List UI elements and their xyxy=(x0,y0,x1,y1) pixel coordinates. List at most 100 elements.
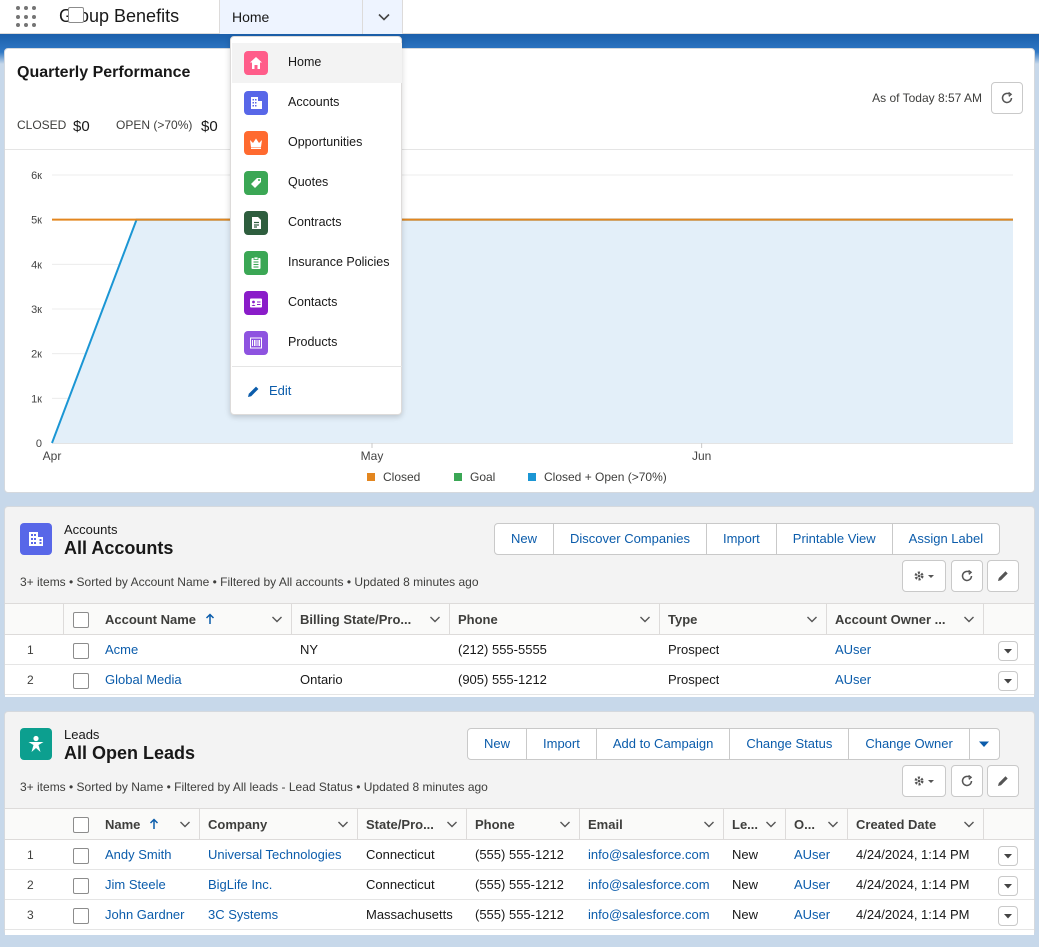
chevron-down-icon xyxy=(1004,914,1012,919)
menu-item-insurance-policies[interactable]: Insurance Policies xyxy=(232,243,402,283)
inline-edit-button[interactable] xyxy=(987,765,1019,797)
owner-link[interactable]: AUser xyxy=(794,900,830,930)
row-actions-button[interactable] xyxy=(998,671,1018,691)
chevron-down-icon[interactable] xyxy=(703,809,715,840)
assign-label-button[interactable]: Assign Label xyxy=(891,524,999,554)
company-link[interactable]: 3C Systems xyxy=(208,900,278,930)
row-checkbox[interactable] xyxy=(73,643,89,659)
email-link[interactable]: info@salesforce.com xyxy=(588,900,710,930)
nav-menu-toggle[interactable] xyxy=(362,0,404,34)
chevron-down-icon[interactable] xyxy=(429,604,441,635)
add-to-campaign-button[interactable]: Add to Campaign xyxy=(595,729,729,759)
import-button[interactable]: Import xyxy=(526,729,596,759)
column-phone[interactable]: Phone xyxy=(467,809,580,840)
chevron-down-icon[interactable] xyxy=(827,809,839,840)
account-name-link[interactable]: Global Media xyxy=(105,665,182,695)
owner-link[interactable]: AUser xyxy=(794,870,830,900)
import-button[interactable]: Import xyxy=(705,524,776,554)
menu-item-label: Home xyxy=(288,55,322,69)
select-all-cell xyxy=(5,7,84,635)
owner-link[interactable]: AUser xyxy=(794,840,830,870)
chevron-down-icon[interactable] xyxy=(337,809,349,840)
state-cell: Massachusetts xyxy=(366,907,453,922)
select-all-checkbox[interactable] xyxy=(73,612,89,628)
menu-item-products[interactable]: Products xyxy=(232,323,402,363)
owner-link[interactable]: AUser xyxy=(835,635,871,665)
company-link[interactable]: Universal Technologies xyxy=(208,840,341,870)
chevron-down-icon[interactable] xyxy=(179,809,191,840)
column-state[interactable]: State/Pro... xyxy=(358,809,467,840)
column-type[interactable]: Type xyxy=(660,604,827,635)
column-email[interactable]: Email xyxy=(580,809,724,840)
leads-list-card: Leads All Open Leads 3+ items • Sorted b… xyxy=(4,711,1035,935)
more-actions-button[interactable] xyxy=(968,729,999,759)
open-label: OPEN (>70%) xyxy=(116,118,193,132)
owner-link[interactable]: AUser xyxy=(835,665,871,695)
new-lead-button[interactable]: New xyxy=(468,729,526,759)
menu-item-label: Contracts xyxy=(288,215,342,229)
row-actions-button[interactable] xyxy=(998,876,1018,896)
email-link[interactable]: info@salesforce.com xyxy=(588,870,710,900)
chevron-down-icon[interactable] xyxy=(963,809,975,840)
chevron-down-icon[interactable] xyxy=(765,809,777,840)
row-checkbox[interactable] xyxy=(73,673,89,689)
column-billing-state[interactable]: Billing State/Pro... xyxy=(292,604,450,635)
column-account-owner[interactable]: Account Owner ... xyxy=(827,604,984,635)
menu-item-contracts[interactable]: Contracts xyxy=(232,203,402,243)
app-launcher-icon[interactable] xyxy=(16,6,38,28)
lead-name-link[interactable]: Jim Steele xyxy=(105,870,166,900)
list-view-title[interactable]: All Open Leads xyxy=(64,743,195,764)
lead-name-link[interactable]: Andy Smith xyxy=(105,840,171,870)
chevron-down-icon[interactable] xyxy=(963,604,975,635)
row-checkbox[interactable] xyxy=(73,848,89,864)
new-account-button[interactable]: New xyxy=(495,524,553,554)
select-all-checkbox[interactable] xyxy=(73,817,89,833)
company-link[interactable]: BigLife Inc. xyxy=(208,870,272,900)
nav-tab-home[interactable]: Home xyxy=(219,0,403,34)
column-name[interactable]: Name xyxy=(97,809,200,840)
email-link[interactable]: info@salesforce.com xyxy=(588,840,710,870)
column-account-name[interactable]: Account Name xyxy=(97,604,292,635)
column-lead-status[interactable]: Le... xyxy=(724,809,786,840)
list-refresh-button[interactable] xyxy=(951,560,983,592)
chevron-down-icon[interactable] xyxy=(806,604,818,635)
column-owner[interactable]: O... xyxy=(786,809,848,840)
row-actions-button[interactable] xyxy=(998,641,1018,661)
lead-name-link[interactable]: John Gardner xyxy=(105,900,185,930)
refresh-button[interactable] xyxy=(991,82,1023,114)
menu-item-label: Products xyxy=(288,335,338,349)
row-actions-button[interactable] xyxy=(998,846,1018,866)
account-name-link[interactable]: Acme xyxy=(105,635,138,665)
chevron-down-icon[interactable] xyxy=(271,604,283,635)
menu-item-contacts[interactable]: Contacts xyxy=(232,283,402,323)
inline-edit-button[interactable] xyxy=(987,560,1019,592)
menu-item-home[interactable]: Home xyxy=(232,43,402,83)
chevron-down-icon[interactable] xyxy=(639,604,651,635)
change-owner-button[interactable]: Change Owner xyxy=(848,729,968,759)
change-status-button[interactable]: Change Status xyxy=(729,729,848,759)
table-header: Account Name Billing State/Pro... Phone … xyxy=(5,7,1034,635)
row-number: 3 xyxy=(27,908,34,922)
row-checkbox[interactable] xyxy=(73,878,89,894)
menu-item-opportunities[interactable]: Opportunities xyxy=(232,123,402,163)
list-settings-button[interactable] xyxy=(902,765,946,797)
column-phone[interactable]: Phone xyxy=(450,604,660,635)
menu-item-accounts[interactable]: Accounts xyxy=(232,83,402,123)
list-refresh-button[interactable] xyxy=(951,765,983,797)
list-settings-button[interactable] xyxy=(902,560,946,592)
column-created-date[interactable]: Created Date xyxy=(848,809,984,840)
row-actions-button[interactable] xyxy=(998,906,1018,926)
chevron-down-icon[interactable] xyxy=(446,809,458,840)
column-company[interactable]: Company xyxy=(200,809,358,840)
row-checkbox[interactable] xyxy=(73,908,89,924)
discover-companies-button[interactable]: Discover Companies xyxy=(553,524,706,554)
object-label: Accounts xyxy=(64,522,118,537)
chevron-down-icon[interactable] xyxy=(559,809,571,840)
closed-label: CLOSED xyxy=(17,118,67,132)
accounts-list-card: Accounts All Accounts 3+ items • Sorted … xyxy=(4,7,1035,697)
printable-view-button[interactable]: Printable View xyxy=(775,524,892,554)
list-view-title[interactable]: All Accounts xyxy=(64,538,173,559)
menu-edit-link[interactable]: Edit xyxy=(232,373,402,409)
refresh-icon xyxy=(961,569,973,582)
menu-item-quotes[interactable]: Quotes xyxy=(232,163,402,203)
